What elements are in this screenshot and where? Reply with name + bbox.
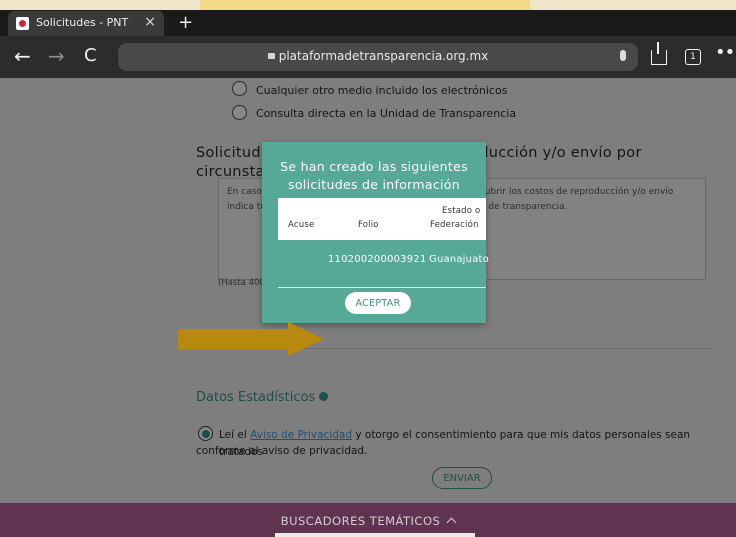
col-folio: Folio (358, 220, 379, 230)
aviso-line-2: conforme al aviso de privacidad. (196, 445, 368, 457)
top-banner (0, 0, 736, 10)
char-limit-hint: (Hasta 400 (218, 278, 265, 288)
modal-title: Se han creado las siguientes solicitudes… (280, 159, 468, 192)
browser-tab[interactable]: Solicitudes - PNT × (8, 11, 164, 36)
datos-title-text: Datos Estadísticos (196, 390, 316, 405)
tab-title: Solicitudes - PNT (36, 16, 129, 29)
lock-icon (267, 53, 275, 59)
more-menu-icon[interactable]: ••• (715, 42, 736, 63)
arrow-shape (178, 322, 324, 356)
new-tab-icon[interactable]: + (178, 12, 193, 33)
navigation-bar: ← → C plataformadetransparencia.org.mx 1… (0, 36, 736, 78)
buscadores-bar[interactable]: BUSCADORES TEMÁTICOS (0, 503, 736, 537)
back-icon[interactable]: ← (14, 44, 31, 68)
arrow-pointer (178, 322, 324, 356)
home-indicator (275, 533, 475, 537)
aceptar-button[interactable]: ACEPTAR (345, 292, 411, 314)
col-estado-line2: Federación (430, 220, 479, 230)
col-acuse: Acuse (288, 220, 315, 230)
aviso-prefix: Leí el (219, 429, 251, 441)
radio-other-media[interactable] (232, 81, 247, 96)
aviso-radio[interactable] (198, 426, 213, 441)
info-icon[interactable] (319, 392, 329, 401)
option-direct-label: Consulta directa en la Unidad de Transpa… (256, 107, 517, 120)
address-bar[interactable]: plataformadetransparencia.org.mx (118, 43, 638, 71)
radio-direct-consult[interactable] (232, 105, 247, 120)
col-estado-line1: Estado o (442, 206, 481, 216)
banner-highlight (200, 0, 530, 10)
close-tab-icon[interactable]: × (144, 14, 156, 30)
buscadores-label: BUSCADORES TEMÁTICOS (280, 514, 441, 528)
solicitudes-modal: Se han creado las siguientes solicitudes… (262, 142, 489, 323)
chevron-up-icon (446, 517, 457, 528)
datos-estadisticos-title: Datos Estadísticos (196, 390, 329, 405)
microphone-icon[interactable] (620, 50, 626, 61)
aviso-privacidad-link[interactable]: Aviso de Privacidad (250, 429, 352, 441)
reload-icon[interactable]: C (84, 45, 97, 66)
enviar-button[interactable]: ENVIAR (432, 467, 492, 489)
forward-icon[interactable]: → (48, 44, 65, 68)
tab-bar: Solicitudes - PNT × + (0, 10, 736, 36)
row-estado: Guanajuato (429, 254, 489, 265)
modal-divider (278, 287, 486, 288)
modal-table-header: Acuse Folio Estado o Federación (278, 198, 486, 240)
row-folio[interactable]: 110200200003921 (328, 254, 426, 265)
option-other-media-label: Cualquier otro medio incluido los electr… (256, 84, 508, 97)
favicon-icon (16, 17, 29, 30)
url-text: plataformadetransparencia.org.mx (278, 49, 489, 63)
share-icon[interactable] (651, 42, 667, 65)
tabs-overview-icon[interactable]: 1 (685, 49, 701, 65)
